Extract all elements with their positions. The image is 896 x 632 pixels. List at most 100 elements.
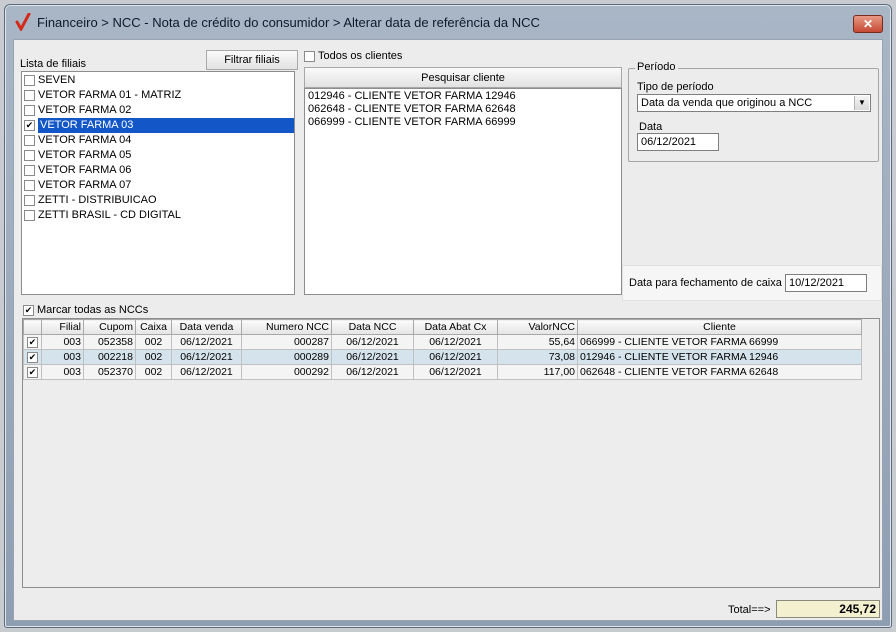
close-button[interactable]: ✕ bbox=[853, 15, 883, 33]
client-item[interactable]: 012946 - CLIENTE VETOR FARMA 12946 bbox=[305, 90, 621, 103]
ncc-column-header[interactable]: Data Abat Cx bbox=[413, 319, 498, 335]
ncc-row[interactable]: ✔ 003 052358 002 06/12/2021 000287 06/12/2021 0… bbox=[23, 334, 862, 350]
period-date-input[interactable]: 06/12/2021 bbox=[637, 133, 719, 151]
ncc-cell: 003 bbox=[41, 349, 84, 365]
close-icon: ✕ bbox=[862, 17, 874, 31]
app-logo-icon bbox=[15, 13, 31, 31]
branch-checkbox[interactable]: ✔ bbox=[24, 120, 35, 131]
client-item[interactable]: 066999 - CLIENTE VETOR FARMA 66999 bbox=[305, 116, 621, 129]
ncc-cell: 06/12/2021 bbox=[171, 364, 242, 380]
filter-branches-button[interactable]: Filtrar filiais bbox=[206, 50, 298, 70]
branch-label: VETOR FARMA 03 bbox=[38, 118, 294, 133]
ncc-row-checkbox[interactable]: ✔ bbox=[27, 337, 38, 348]
ncc-cell: 052358 bbox=[83, 334, 136, 350]
ncc-column-header[interactable]: Data venda bbox=[171, 319, 242, 335]
period-type-select[interactable]: Data da venda que originou a NCC ▼ bbox=[637, 94, 871, 112]
branch-item[interactable]: VETOR FARMA 01 - MATRIZ bbox=[22, 88, 294, 103]
branch-item[interactable]: ZETTI BRASIL - CD DIGITAL bbox=[22, 208, 294, 223]
ncc-row-checkbox[interactable]: ✔ bbox=[27, 352, 38, 363]
branch-checkbox[interactable] bbox=[24, 90, 35, 101]
ncc-cell: 002 bbox=[135, 334, 172, 350]
ncc-row-checkbox[interactable]: ✔ bbox=[27, 367, 38, 378]
period-group-title: Período bbox=[635, 61, 678, 73]
ncc-column-header[interactable]: Numero NCC bbox=[241, 319, 332, 335]
period-date-label: Data bbox=[639, 121, 663, 133]
branch-label: SEVEN bbox=[38, 74, 76, 86]
all-clients-option[interactable]: Todos os clientes bbox=[304, 50, 402, 62]
ncc-cell: 06/12/2021 bbox=[413, 349, 498, 365]
branch-checkbox[interactable] bbox=[24, 105, 35, 116]
branch-list-label: Lista de filiais bbox=[20, 58, 87, 70]
branch-label: VETOR FARMA 01 - MATRIZ bbox=[38, 89, 182, 101]
branch-checkbox[interactable] bbox=[24, 195, 35, 206]
mark-all-ncc-option[interactable]: ✔ Marcar todas as NCCs bbox=[23, 304, 148, 316]
ncc-cell: 06/12/2021 bbox=[331, 349, 414, 365]
ncc-grid[interactable]: Filial Cupom Caixa Data venda Numero NCC Data… bbox=[22, 318, 880, 588]
ncc-cell: 000289 bbox=[241, 349, 332, 365]
window-title: Financeiro > NCC - Nota de crédito do co… bbox=[37, 14, 540, 30]
ncc-column-header[interactable]: Filial bbox=[41, 319, 84, 335]
ncc-cell: 002 bbox=[135, 364, 172, 380]
total-value: 245,72 bbox=[776, 600, 880, 618]
ncc-cell: 06/12/2021 bbox=[413, 364, 498, 380]
branch-checkbox[interactable] bbox=[24, 210, 35, 221]
search-client-button[interactable]: Pesquisar cliente bbox=[304, 67, 622, 88]
ncc-cell: 066999 - CLIENTE VETOR FARMA 66999 bbox=[577, 334, 862, 350]
ncc-column-header[interactable]: Cupom bbox=[83, 319, 136, 335]
ncc-cell: 002218 bbox=[83, 349, 136, 365]
branch-label: VETOR FARMA 02 bbox=[38, 104, 132, 116]
client-list[interactable]: 012946 - CLIENTE VETOR FARMA 12946 062648… bbox=[304, 88, 622, 295]
ncc-cell: 000292 bbox=[241, 364, 332, 380]
branch-checkbox[interactable] bbox=[24, 75, 35, 86]
period-type-value: Data da venda que originou a NCC bbox=[641, 97, 813, 109]
branch-item[interactable]: SEVEN bbox=[22, 73, 294, 88]
ncc-cell: 000287 bbox=[241, 334, 332, 350]
branch-item[interactable]: VETOR FARMA 02 bbox=[22, 103, 294, 118]
branch-item[interactable]: VETOR FARMA 05 bbox=[22, 148, 294, 163]
branch-item[interactable]: ✔ VETOR FARMA 03 bbox=[22, 118, 294, 133]
chevron-down-icon[interactable]: ▼ bbox=[854, 96, 869, 110]
branch-checkbox[interactable] bbox=[24, 165, 35, 176]
ncc-row-select-cell: ✔ bbox=[23, 334, 42, 350]
branch-label: VETOR FARMA 06 bbox=[38, 164, 132, 176]
ncc-select-header bbox=[23, 319, 42, 335]
branch-list[interactable]: SEVEN VETOR FARMA 01 - MATRIZ VETOR FARMA … bbox=[21, 71, 295, 295]
ncc-header-row: Filial Cupom Caixa Data venda Numero NCC Data… bbox=[23, 319, 862, 335]
closing-date-input[interactable]: 10/12/2021 bbox=[785, 274, 867, 292]
ncc-row-select-cell: ✔ bbox=[23, 349, 42, 365]
ncc-cell: 002 bbox=[135, 349, 172, 365]
ncc-cell: 012946 - CLIENTE VETOR FARMA 12946 bbox=[577, 349, 862, 365]
ncc-cell: 06/12/2021 bbox=[331, 364, 414, 380]
branch-item[interactable]: VETOR FARMA 07 bbox=[22, 178, 294, 193]
closing-date-label: Data para fechamento de caixa bbox=[629, 277, 782, 289]
mark-all-ncc-checkbox[interactable]: ✔ bbox=[23, 304, 34, 316]
branch-checkbox[interactable] bbox=[24, 150, 35, 161]
branch-label: VETOR FARMA 07 bbox=[38, 179, 132, 191]
branch-item[interactable]: VETOR FARMA 06 bbox=[22, 163, 294, 178]
closing-date-panel: Data para fechamento de caixa 10/12/2021 bbox=[622, 265, 882, 301]
branch-item[interactable]: ZETTI - DISTRIBUICAO bbox=[22, 193, 294, 208]
ncc-cell: 003 bbox=[41, 334, 84, 350]
branch-label: ZETTI BRASIL - CD DIGITAL bbox=[38, 209, 182, 221]
branch-checkbox[interactable] bbox=[24, 135, 35, 146]
branch-item[interactable]: VETOR FARMA 04 bbox=[22, 133, 294, 148]
ncc-row[interactable]: ✔ 003 052370 002 06/12/2021 000292 06/12/2021 0… bbox=[23, 364, 862, 380]
branch-label: ZETTI - DISTRIBUICAO bbox=[38, 194, 157, 206]
ncc-row-select-cell: ✔ bbox=[23, 364, 42, 380]
ncc-cell: 003 bbox=[41, 364, 84, 380]
ncc-cell: 55,64 bbox=[497, 334, 578, 350]
client-item[interactable]: 062648 - CLIENTE VETOR FARMA 62648 bbox=[305, 103, 621, 116]
ncc-row[interactable]: ✔ 003 002218 002 06/12/2021 000289 06/12/2021 0… bbox=[23, 349, 862, 365]
ncc-column-header[interactable]: ValorNCC bbox=[497, 319, 578, 335]
period-group: Período Tipo de período Data da venda qu… bbox=[628, 61, 879, 162]
total-label: Total==> bbox=[728, 604, 771, 616]
all-clients-checkbox[interactable] bbox=[304, 50, 315, 62]
ncc-column-header[interactable]: Cliente bbox=[577, 319, 862, 335]
ncc-cell: 062648 - CLIENTE VETOR FARMA 62648 bbox=[577, 364, 862, 380]
branch-checkbox[interactable] bbox=[24, 180, 35, 191]
ncc-cell: 06/12/2021 bbox=[331, 334, 414, 350]
mark-all-ncc-label: Marcar todas as NCCs bbox=[37, 304, 149, 316]
ncc-column-header[interactable]: Caixa bbox=[135, 319, 172, 335]
ncc-column-header[interactable]: Data NCC bbox=[331, 319, 414, 335]
main-window: Financeiro > NCC - Nota de crédito do co… bbox=[4, 4, 892, 628]
